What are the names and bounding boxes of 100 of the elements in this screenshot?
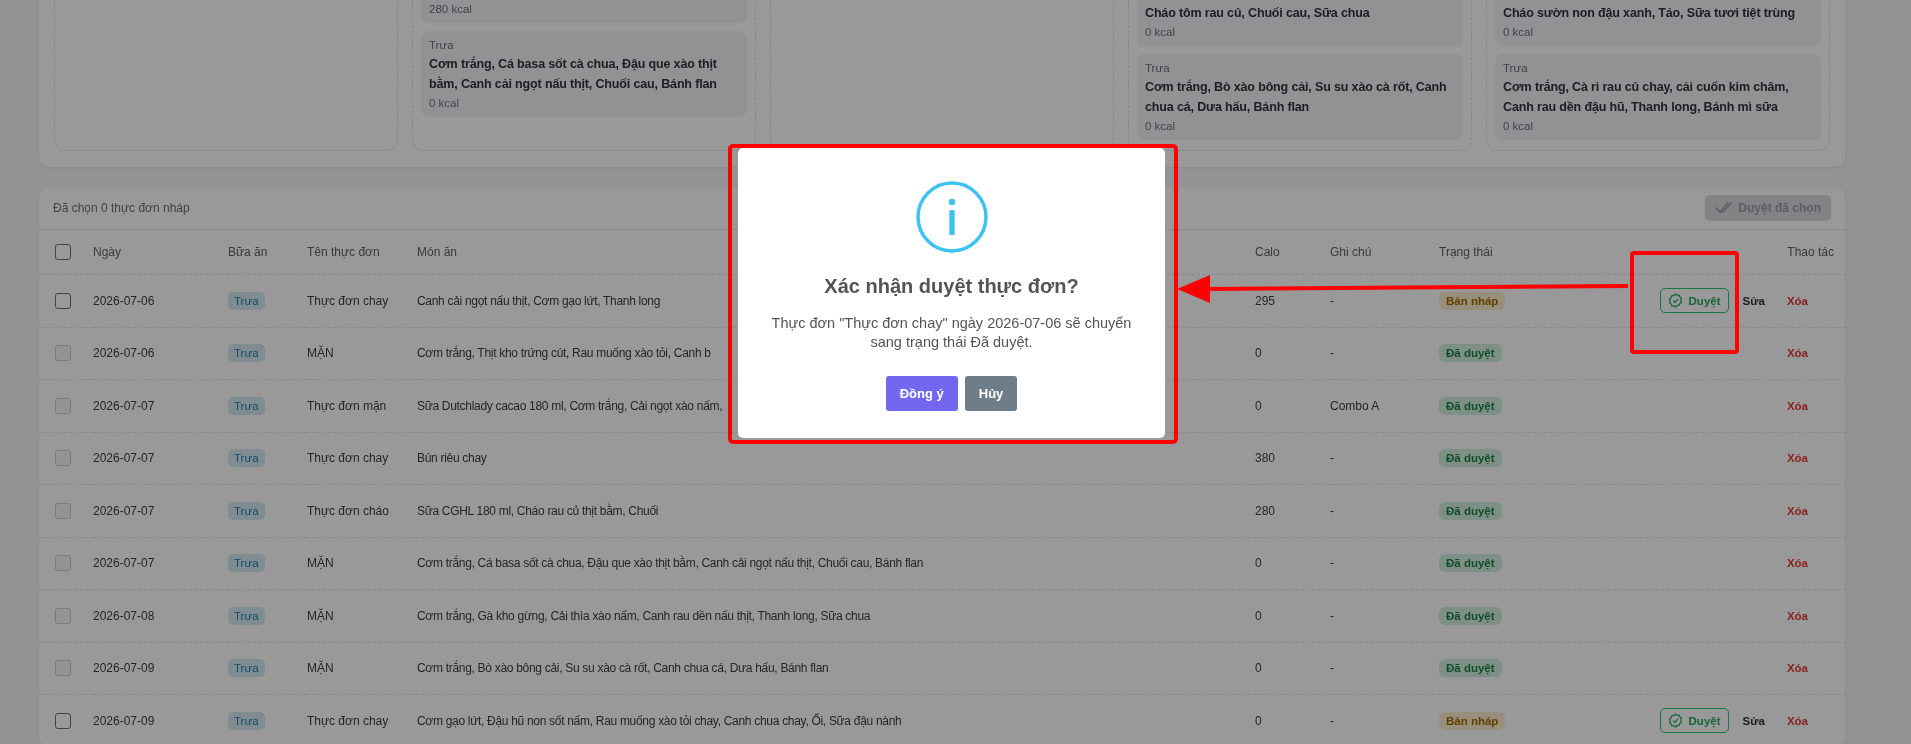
approve-button[interactable]: Duyệt [1659, 708, 1729, 734]
status-tag: Đã duyệt [1439, 606, 1502, 625]
date-cell: 2026-07-06 [93, 293, 155, 308]
note-cell: - [1330, 503, 1334, 518]
meal-label: Trưa [429, 39, 455, 51]
column-header: Calo [1255, 245, 1280, 259]
dishes-cell: Sữa Dutchlady cacao 180 ml, Cơm trắng, Cải ngọt xào nấm, [417, 398, 723, 413]
meal-tag: Trưa [228, 291, 265, 310]
calorie-cell: 0 [1255, 713, 1262, 728]
note-cell: - [1330, 713, 1334, 728]
meal-kcal: 280 kcal [429, 3, 473, 15]
dishes-cell: Bún riêu chay [417, 451, 487, 466]
meal-tag: Trưa [228, 554, 265, 573]
meal-kcal: 0 kcal [429, 97, 461, 109]
meal-dishes: Cơm trắng, Cá basa sốt cà chua, Đậu que xào thịt bằm, Canh cải ngọt nấu thịt, Chuối cau, Bánh flan [429, 55, 718, 93]
status-tag: Đã duyệt [1439, 659, 1502, 678]
menu-name-cell: MẶN [307, 661, 334, 676]
calorie-cell: 0 [1255, 608, 1262, 623]
menu-name-cell: MẶN [307, 346, 334, 361]
calorie-cell: 0 [1255, 556, 1262, 571]
note-cell: - [1330, 293, 1334, 308]
meal-kcal: 0 kcal [1145, 26, 1177, 38]
note-cell: Combo A [1330, 398, 1380, 413]
delete-link[interactable]: Xóa [1786, 714, 1808, 727]
meal-dishes: Cơm trắng, Bò xào bông cải, Su su xào cà rốt, Canh chua cá, Dưa hấu, Bánh flan [1145, 78, 1448, 116]
note-cell: - [1330, 608, 1334, 623]
dishes-cell: Canh cải ngọt nấu thịt, Cơm gạo lứt, Thanh long [417, 293, 661, 308]
delete-link[interactable]: Xóa [1786, 662, 1808, 675]
confirm-button[interactable]: Đồng ý [885, 376, 958, 411]
status-tag: Đã duyệt [1439, 449, 1502, 468]
meal-kcal: 0 kcal [1145, 120, 1177, 132]
selection-count: Đã chọn 0 thực đơn nháp [53, 201, 190, 215]
note-cell: - [1330, 556, 1334, 571]
menu-name-cell: Thực đơn mặn [307, 398, 387, 413]
calorie-cell: 0 [1255, 661, 1262, 676]
menu-name-cell: MẶN [307, 556, 334, 571]
dishes-cell: Cơm trắng, Cá basa sốt cà chua, Đậu que xào thịt bằm, Canh cải ngọt nấu thịt, Chuối cau, Bánh flan [417, 556, 924, 571]
column-header: Tên thực đơn [307, 245, 380, 259]
note-cell: - [1330, 661, 1334, 676]
menu-name-cell: MẶN [307, 608, 334, 623]
delete-link[interactable]: Xóa [1786, 557, 1808, 570]
dishes-cell: Cơm trắng, Bò xào bông cải, Su su xào cà rốt, Canh chua cá, Dưa hấu, Bánh flan [417, 661, 829, 676]
delete-link[interactable]: Xóa [1786, 399, 1808, 412]
cancel-button[interactable]: Hủy [964, 376, 1018, 411]
menu-name-cell: Thực đơn chay [307, 451, 389, 466]
menu-name-cell: Thực đơn chay [307, 713, 389, 728]
delete-link[interactable]: Xóa [1786, 347, 1808, 360]
meal-dishes: Cơm trắng, Cà ri rau củ chay, cải cuốn kim châm, Canh rau dền đậu hũ, Thanh long, Bánh mì sữa [1503, 78, 1790, 116]
calorie-cell: 0 [1255, 398, 1262, 413]
meal-tag: Trưa [228, 659, 265, 678]
date-cell: 2026-07-09 [93, 661, 155, 676]
column-header: Món ăn [417, 245, 458, 259]
menu-name-cell: Thực đơn cháo [307, 503, 389, 518]
meal-tag: Trưa [228, 344, 265, 363]
meal-kcal: 0 kcal [1503, 26, 1535, 38]
badge-check-icon [1667, 293, 1683, 309]
status-tag: Đã duyệt [1439, 344, 1502, 363]
column-header: Ghi chú [1330, 245, 1372, 259]
status-tag: Đã duyệt [1439, 554, 1502, 573]
meal-tag: Trưa [228, 711, 265, 730]
meal-tag: Trưa [228, 396, 265, 415]
badge-check-icon [1667, 713, 1683, 729]
date-cell: 2026-07-07 [93, 503, 155, 518]
date-cell: 2026-07-09 [93, 713, 155, 728]
calorie-cell: 280 [1255, 503, 1276, 518]
calorie-cell: 295 [1255, 293, 1276, 308]
edit-link[interactable]: Sửa [1742, 714, 1765, 727]
row-checkbox[interactable] [55, 712, 71, 729]
meal-label: Trưa [1145, 62, 1171, 74]
dialog-title: Xác nhận duyệt thực đơn? [824, 275, 1079, 298]
column-header: Ngày [93, 245, 121, 259]
note-cell: - [1330, 346, 1334, 361]
calorie-cell: 0 [1255, 346, 1262, 361]
meal-tag: Trưa [228, 606, 265, 625]
meal-tag: Trưa [228, 501, 265, 520]
column-header: Bữa ăn [228, 245, 268, 259]
delete-link[interactable]: Xóa [1786, 294, 1808, 307]
dishes-cell: Cơm trắng, Gà kho gừng, Cải thìa xào nấm, Canh rau dền nấu thịt, Thanh long, Sữa chua [417, 608, 871, 623]
select-all-checkbox[interactable] [55, 244, 71, 260]
meal-dishes: Cháo tôm rau củ, Chuối cau, Sữa chua [1145, 5, 1371, 22]
edit-link[interactable]: Sửa [1742, 294, 1765, 307]
dialog-message: Thực đơn "Thực đơn chay" ngày 2026-07-06 sẽ chuyển sang trạng thái Đã duyệt. [770, 314, 1133, 352]
dishes-cell: Cơm trắng, Thịt kho trứng cút, Rau muống xào tỏi, Canh b [417, 346, 711, 361]
note-cell: - [1330, 451, 1334, 466]
info-icon [915, 181, 988, 253]
row-checkbox[interactable] [55, 292, 71, 309]
approve-button[interactable]: Duyệt [1659, 288, 1729, 314]
date-cell: 2026-07-06 [93, 346, 155, 361]
meal-label: Trưa [1503, 62, 1529, 74]
delete-link[interactable]: Xóa [1786, 504, 1808, 517]
date-cell: 2026-07-07 [93, 556, 155, 571]
status-tag: Đã duyệt [1439, 501, 1502, 520]
double-check-icon [1715, 202, 1734, 214]
column-header: Trạng thái [1439, 245, 1493, 259]
date-cell: 2026-07-07 [93, 451, 155, 466]
delete-link[interactable]: Xóa [1786, 609, 1808, 622]
column-header: Thao tác [1787, 245, 1834, 259]
calorie-cell: 380 [1255, 451, 1276, 466]
delete-link[interactable]: Xóa [1786, 452, 1808, 465]
meal-tag: Trưa [228, 449, 265, 468]
